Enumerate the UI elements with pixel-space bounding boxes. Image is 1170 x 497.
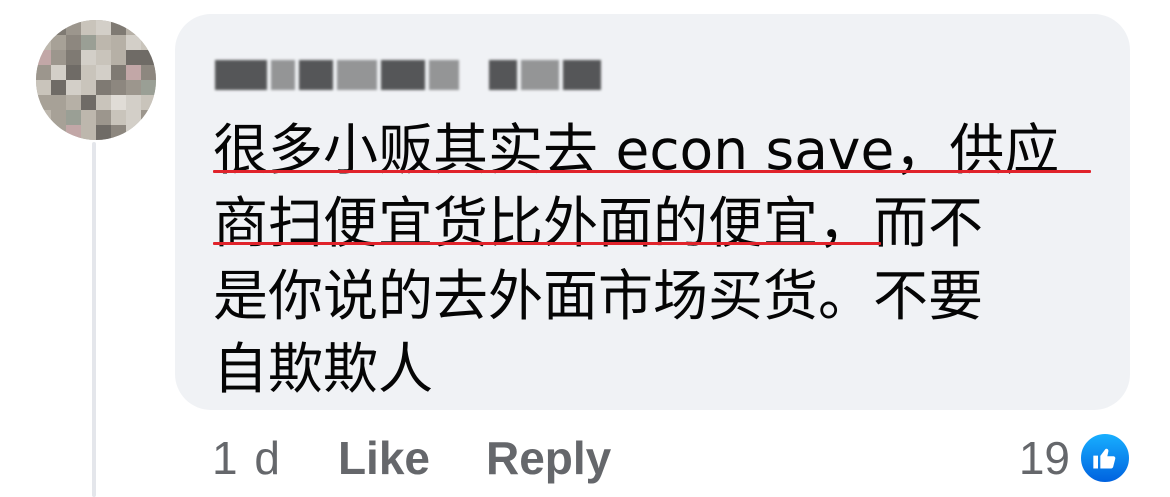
author-name[interactable]: Chiu Lee [215,58,601,92]
comment-actions: 1 d Like Reply [212,430,611,486]
comment-line: 很多小贩其实去 econ save，供应 [213,118,1060,182]
comment-line: 是你说的去外面市场买货。不要 [213,264,984,328]
reaction-count: 19 [1018,432,1070,484]
reply-button[interactable]: Reply [486,431,611,485]
avatar[interactable] [36,20,156,140]
highlight-underline [213,242,881,245]
timestamp[interactable]: 1 d [212,431,282,485]
comment-text: 很多小贩其实去 econ save，供应 商扫便宜货比外面的便宜，而不 是你说的… [213,114,1113,406]
comment-line: 自欺欺人 [213,337,434,401]
reactions[interactable]: 19 [1019,430,1132,486]
comment-bubble: Chiu Lee 很多小贩其实去 econ save，供应 商扫便宜货比外面的便… [175,14,1130,410]
comment-line: 商扫便宜货比外面的便宜，而不 [213,191,984,255]
like-button[interactable]: Like [338,431,430,485]
thread-line [92,142,96,497]
thumbs-up-icon [1078,431,1132,485]
highlight-underline [213,170,1091,173]
